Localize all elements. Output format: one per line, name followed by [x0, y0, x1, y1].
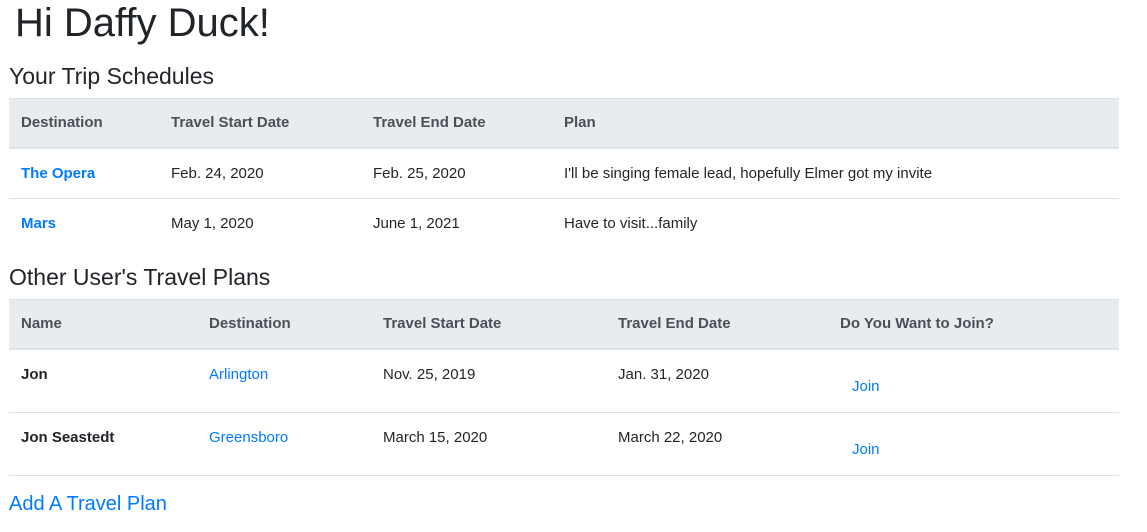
destination-cell: Mars — [9, 198, 159, 248]
start-date-cell: Nov. 25, 2019 — [371, 348, 606, 413]
join-cell: Join — [828, 348, 1119, 413]
trip-schedules-heading: Your Trip Schedules — [9, 63, 215, 89]
destination-cell: Greensboro — [197, 412, 371, 476]
start-date-cell: March 15, 2020 — [371, 412, 606, 476]
join-cell: Join — [828, 412, 1119, 476]
destination-link[interactable]: Arlington — [209, 366, 268, 383]
destination-link[interactable]: Mars — [21, 215, 56, 232]
table-row: Mars May 1, 2020 June 1, 2021 Have to vi… — [9, 198, 1119, 248]
join-button[interactable]: Join — [840, 366, 880, 395]
plan-cell: I'll be singing female lead, hopefully E… — [552, 147, 1119, 199]
column-header-start-date: Travel Start Date — [371, 299, 606, 350]
table-row: The Opera Feb. 24, 2020 Feb. 25, 2020 I'… — [9, 147, 1119, 199]
column-header-destination: Destination — [197, 299, 371, 350]
table-header-row: Destination Travel Start Date Travel End… — [9, 98, 1119, 149]
column-header-name: Name — [9, 299, 197, 350]
user-name-cell: Jon — [9, 348, 197, 413]
column-header-start-date: Travel Start Date — [159, 98, 361, 149]
start-date-cell: Feb. 24, 2020 — [159, 147, 361, 199]
end-date-cell: Jan. 31, 2020 — [606, 348, 828, 413]
table-header-row: Name Destination Travel Start Date Trave… — [9, 299, 1119, 350]
trip-schedules-table: Destination Travel Start Date Travel End… — [9, 98, 1119, 248]
plan-cell: Have to visit...family — [564, 214, 698, 232]
greeting-heading: Hi Daffy Duck! — [15, 1, 270, 45]
column-header-plan: Plan — [552, 98, 1119, 149]
destination-cell: The Opera — [9, 147, 159, 199]
column-header-destination: Destination — [9, 98, 159, 149]
column-header-end-date: Travel End Date — [361, 98, 552, 149]
table-row: Jon Seastedt Greensboro March 15, 2020 M… — [9, 412, 1119, 476]
page: Hi Daffy Duck! Your Trip Schedules Desti… — [0, 0, 1147, 532]
end-date-cell: June 1, 2021 — [373, 214, 460, 232]
table-row: Jon Arlington Nov. 25, 2019 Jan. 31, 202… — [9, 348, 1119, 413]
destination-cell: Arlington — [197, 348, 371, 413]
other-users-plans-table: Name Destination Travel Start Date Trave… — [9, 299, 1119, 476]
column-header-end-date: Travel End Date — [606, 299, 828, 350]
destination-link[interactable]: Greensboro — [209, 429, 288, 446]
join-button[interactable]: Join — [840, 429, 880, 458]
end-date-cell: March 22, 2020 — [606, 412, 828, 476]
start-date-cell: May 1, 2020 — [171, 214, 254, 232]
add-travel-plan-link[interactable]: Add A Travel Plan — [9, 490, 167, 518]
destination-link[interactable]: The Opera — [21, 165, 95, 182]
other-users-plans-heading: Other User's Travel Plans — [9, 264, 271, 290]
end-date-cell: Feb. 25, 2020 — [361, 147, 552, 199]
user-name-cell: Jon Seastedt — [9, 412, 197, 476]
column-header-join: Do You Want to Join? — [828, 299, 1119, 350]
